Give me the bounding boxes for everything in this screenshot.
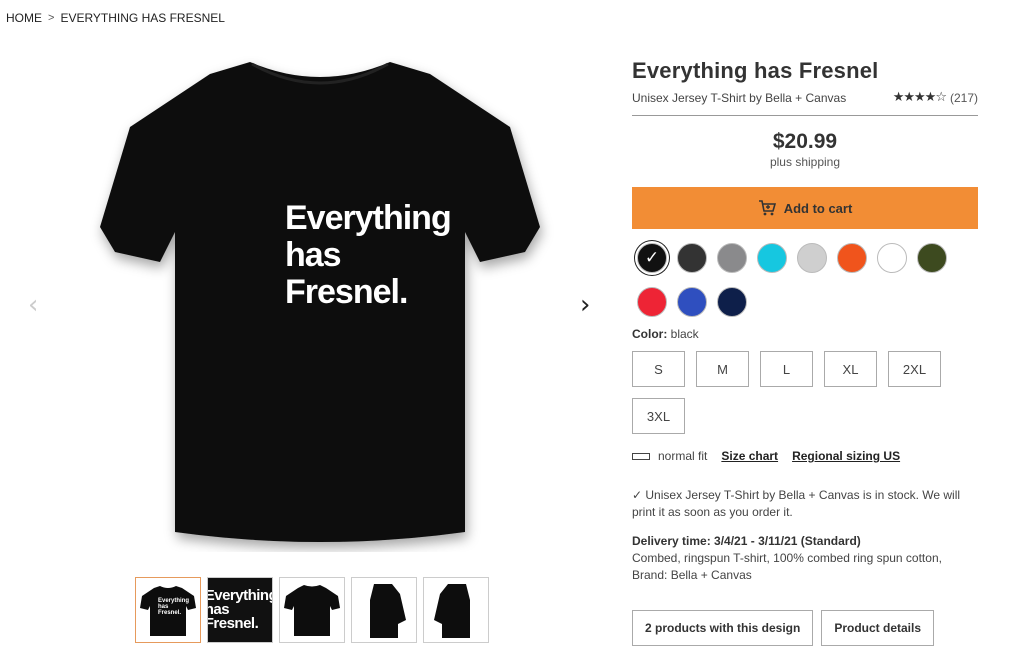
size-option-m[interactable]: M: [696, 351, 749, 387]
product-gallery: ‹ › Everything has Fresnel.: [20, 40, 610, 570]
add-to-cart-button[interactable]: Add to cart: [632, 187, 978, 229]
delivery-time: Delivery time: 3/4/21 - 3/11/21 (Standar…: [632, 534, 861, 548]
color-swatch-black[interactable]: ✓: [637, 243, 667, 273]
size-option-l[interactable]: L: [760, 351, 813, 387]
size-chart-link[interactable]: Size chart: [721, 449, 778, 463]
previous-image-arrow-icon[interactable]: ‹: [28, 290, 38, 320]
breadcrumb-home[interactable]: HOME: [6, 11, 42, 25]
shirt-print-line: Fresnel.: [285, 274, 451, 311]
product-details-button[interactable]: Product details: [821, 610, 935, 646]
add-to-cart-label: Add to cart: [783, 200, 853, 216]
next-image-arrow-icon[interactable]: ›: [580, 290, 590, 320]
products-with-design-button[interactable]: 2 products with this design: [632, 610, 814, 646]
chevron-right-icon: >: [48, 12, 55, 24]
shirt-print-text: Everything has Fresnel.: [285, 199, 452, 311]
product-description: Combed, ringspun T-shirt, 100% combed ri…: [632, 551, 942, 582]
thumbnail-strip: Everything has Fresnel. Everything has F…: [135, 577, 489, 643]
tshirt-side-icon: [434, 584, 470, 638]
size-option-2xl[interactable]: 2XL: [888, 351, 941, 387]
color-swatch-light-grey[interactable]: [797, 243, 827, 273]
selected-color: black: [670, 327, 699, 341]
rating-count: (217): [949, 90, 978, 105]
svg-text:Fresnel.: Fresnel.: [158, 610, 181, 616]
product-action-buttons: 2 products with this design Product deta…: [632, 610, 935, 646]
shirt-print-word: Fresnel.: [285, 273, 408, 311]
shipping-note: plus shipping: [769, 155, 841, 169]
thumbnail-line: Fresnel.: [207, 615, 259, 632]
size-option-s[interactable]: S: [632, 351, 685, 387]
checkmark-icon: ✓: [644, 247, 660, 268]
color-swatch-turquoise[interactable]: [757, 243, 787, 273]
thumbnail-side-left[interactable]: [351, 577, 417, 643]
color-label: Color: black: [632, 327, 978, 341]
ruler-icon: [632, 452, 650, 460]
thumbnail-back[interactable]: [279, 577, 345, 643]
cart-icon: [758, 200, 776, 216]
rating[interactable]: ★★★★☆ (217): [893, 90, 978, 105]
product-title: Everything has Fresnel: [632, 58, 879, 83]
color-swatch-navy[interactable]: [717, 287, 747, 317]
star-rating-icon: ★★★★☆: [892, 90, 947, 105]
color-swatch-royal-blue[interactable]: [677, 287, 707, 317]
regional-sizing-link[interactable]: Regional sizing US: [792, 449, 900, 463]
shirt-print-line: Everything: [285, 199, 452, 237]
thumbnail-front[interactable]: Everything has Fresnel.: [135, 577, 201, 643]
color-swatch-grey[interactable]: [717, 243, 747, 273]
stock-status: ✓ Unisex Jersey T-Shirt by Bella + Canva…: [632, 488, 961, 519]
color-swatch-red[interactable]: [637, 287, 667, 317]
product-subtitle-row: Unisex Jersey T-Shirt by Bella + Canvas …: [632, 90, 978, 105]
color-label-title: Color:: [632, 327, 668, 341]
size-options: S M L XL 2XL 3XL: [632, 351, 962, 434]
thumbnail-side-right[interactable]: [423, 577, 489, 643]
color-swatch-white[interactable]: [877, 243, 907, 273]
breadcrumb-current: EVERYTHING HAS FRESNEL: [60, 11, 225, 25]
thumbnail-design[interactable]: Everything has Fresnel.: [207, 577, 273, 643]
price: $20.99: [772, 130, 838, 153]
color-swatch-charcoal[interactable]: [677, 243, 707, 273]
delivery-info: Delivery time: 3/4/21 - 3/11/21 (Standar…: [632, 533, 978, 584]
shirt-print-line: has: [285, 236, 342, 274]
fit-row: normal fit Size chart Regional sizing US: [632, 449, 978, 463]
tshirt-back-icon: [284, 585, 340, 636]
product-info-panel: Everything has Fresnel Unisex Jersey T-S…: [632, 58, 978, 584]
divider: [632, 115, 978, 116]
product-image: Everything has Fresnel.: [80, 52, 560, 552]
color-swatch-orange[interactable]: [837, 243, 867, 273]
thumbnail-design-text: Everything has Fresnel.: [207, 588, 272, 632]
size-option-3xl[interactable]: 3XL: [632, 398, 685, 434]
color-swatches: ✓: [632, 243, 978, 317]
size-option-xl[interactable]: XL: [824, 351, 877, 387]
tshirt-thumbnail-icon: Everything has Fresnel.: [140, 586, 196, 636]
color-swatch-olive[interactable]: [917, 243, 947, 273]
breadcrumb: HOME > EVERYTHING HAS FRESNEL: [6, 11, 225, 25]
tshirt-side-icon: [370, 584, 406, 638]
product-subtitle: Unisex Jersey T-Shirt by Bella + Canvas: [632, 90, 847, 105]
fit-text: normal fit: [658, 449, 708, 463]
